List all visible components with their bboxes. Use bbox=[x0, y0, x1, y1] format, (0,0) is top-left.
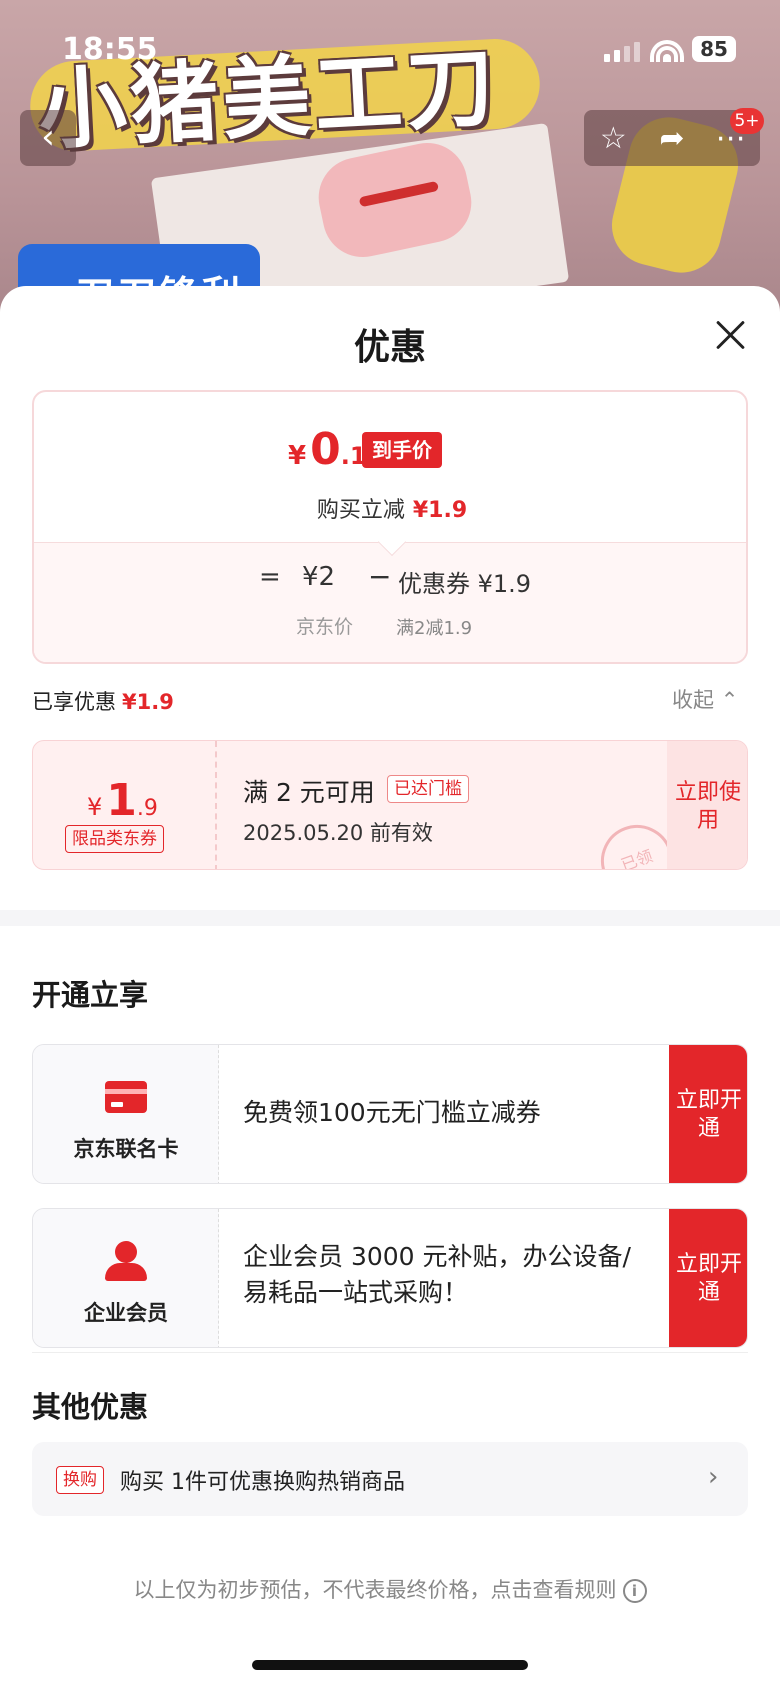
back-button[interactable]: ‹ bbox=[20, 110, 76, 166]
instant-discount-label: 购买立减 bbox=[316, 498, 405, 523]
status-time: 18:55 bbox=[62, 32, 158, 67]
offer-card-enterprise[interactable]: 企业会员 企业会员 3000 元补贴，办公设备/易耗品一站式采购！ 立即开通 bbox=[32, 1208, 748, 1348]
offer-left-panel: 京东联名卡 bbox=[33, 1045, 219, 1183]
status-bar: 18:55 85 bbox=[0, 0, 780, 96]
footer-note[interactable]: 以上仅为初步预估，不代表最终价格，点击查看规则 i bbox=[0, 1574, 780, 1604]
coupon-validity: 2025.05.20 前有效 bbox=[243, 821, 433, 845]
message-badge: 5+ bbox=[730, 108, 764, 134]
jd-price: ¥2 bbox=[302, 562, 336, 592]
coupon-int: 1 bbox=[106, 775, 137, 826]
credit-card-icon bbox=[105, 1077, 149, 1117]
trade-in-text: 购买 1件可优惠换购热销商品 bbox=[120, 1470, 405, 1495]
coupon-card: ¥ 1 .9 限品类东券 满 2 元可用 已达门槛 2025.05.20 前有效… bbox=[32, 740, 748, 870]
share-icon[interactable]: ➦ bbox=[647, 121, 697, 156]
jd-price-label: 京东价 bbox=[296, 616, 354, 638]
use-coupon-button[interactable]: 立即使用 bbox=[667, 741, 747, 869]
coupon-rule: 满2减1.9 bbox=[396, 618, 473, 639]
coupon-currency: ¥ bbox=[87, 793, 103, 821]
instant-discount-amount: ¥1.9 bbox=[412, 498, 468, 523]
coupon-amount-panel: ¥ 1 .9 限品类东券 bbox=[33, 741, 217, 869]
star-icon[interactable]: ☆ bbox=[588, 121, 638, 156]
threshold-reached-badge: 已达门槛 bbox=[387, 775, 469, 803]
coupon-type-badge: 限品类东券 bbox=[65, 825, 164, 853]
home-indicator bbox=[252, 1660, 528, 1670]
offer-name: 企业会员 bbox=[84, 1301, 168, 1325]
final-price-currency: ¥ bbox=[288, 441, 307, 471]
minus-sign: − bbox=[368, 560, 392, 593]
enjoyed-discount: 已享优惠 ¥1.9 bbox=[32, 686, 174, 716]
offer-button-label: 立即开通 bbox=[675, 1252, 742, 1305]
open-section-title: 开通立享 bbox=[32, 978, 149, 1012]
section-separator bbox=[0, 910, 780, 926]
use-coupon-label: 立即使用 bbox=[674, 780, 741, 833]
wifi-icon bbox=[650, 36, 684, 62]
final-price: ¥ 0 .1 bbox=[288, 424, 367, 475]
offer-button-label: 立即开通 bbox=[675, 1088, 742, 1141]
price-summary-card: ¥ 0 .1 到手价 购买立减 ¥1.9 = ¥2 京东价 − 优惠券 ¥1.9 … bbox=[32, 390, 748, 664]
chevron-up-icon: ⌃ bbox=[720, 688, 739, 712]
offer-text: 免费领100元无门槛立减券 bbox=[243, 1098, 541, 1127]
collapse-button[interactable]: 收起 ⌃ bbox=[672, 684, 738, 714]
final-price-int: 0 bbox=[310, 424, 341, 475]
footer-text: 以上仅为初步预估，不代表最终价格，点击查看规则 bbox=[133, 1578, 617, 1602]
chevron-right-icon: › bbox=[708, 1462, 719, 1492]
close-icon[interactable] bbox=[712, 316, 748, 352]
trade-in-row[interactable]: 换购 购买 1件可优惠换购热销商品 › bbox=[32, 1442, 748, 1516]
open-cobrand-card-button[interactable]: 立即开通 bbox=[669, 1045, 747, 1183]
sheet-title: 优惠 bbox=[353, 327, 426, 368]
offer-left-panel: 企业会员 bbox=[33, 1209, 219, 1347]
coupon-deduction: 优惠券 ¥1.9 bbox=[398, 570, 532, 598]
discount-sheet: 优惠 ¥ 0 .1 到手价 购买立减 ¥1.9 = ¥2 京东价 − 优惠券 ¥1… bbox=[0, 286, 780, 1688]
trade-in-tag: 换购 bbox=[56, 1466, 104, 1494]
coupon-amount: ¥ 1 .9 bbox=[87, 775, 158, 826]
coupon-dec: .9 bbox=[136, 796, 158, 821]
user-icon bbox=[105, 1241, 149, 1281]
other-section-title: 其他优惠 bbox=[32, 1390, 149, 1424]
info-icon[interactable]: i bbox=[622, 1579, 647, 1603]
equals-sign: = bbox=[259, 562, 281, 592]
enjoyed-label: 已享优惠 bbox=[32, 690, 116, 714]
battery-icon: 85 bbox=[692, 36, 736, 62]
signal-icon bbox=[604, 40, 640, 62]
open-enterprise-button[interactable]: 立即开通 bbox=[669, 1209, 747, 1347]
collapse-label: 收起 bbox=[672, 688, 714, 712]
offer-name: 京东联名卡 bbox=[73, 1137, 179, 1161]
enjoyed-amount: ¥1.9 bbox=[122, 690, 174, 714]
final-price-tag: 到手价 bbox=[362, 432, 442, 468]
chevron-left-icon: ‹ bbox=[41, 117, 55, 157]
offer-text: 企业会员 3000 元补贴，办公设备/易耗品一站式采购！ bbox=[243, 1242, 631, 1307]
offer-card-cobrand[interactable]: 京东联名卡 免费领100元无门槛立减券 立即开通 bbox=[32, 1044, 748, 1184]
coupon-condition: 满 2 元可用 bbox=[243, 778, 375, 807]
divider bbox=[32, 1352, 748, 1353]
instant-discount: 购买立减 ¥1.9 bbox=[34, 492, 746, 524]
